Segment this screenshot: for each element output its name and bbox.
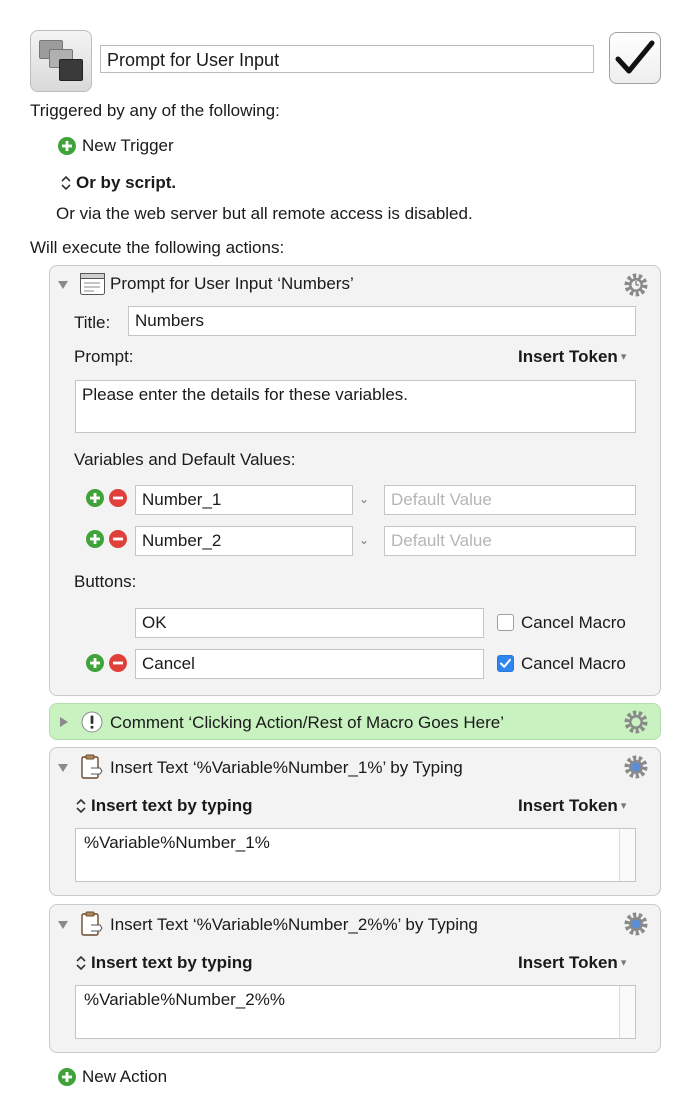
cancel-macro-label: Cancel Macro <box>521 654 626 673</box>
new-trigger-button[interactable]: New Trigger <box>58 136 174 156</box>
variable-name-field[interactable]: Number_2 <box>135 526 353 556</box>
remove-button-icon[interactable] <box>109 654 127 672</box>
disclosure-triangle-icon[interactable] <box>58 764 68 772</box>
cancel-macro-checkbox[interactable] <box>497 614 514 631</box>
clipboard-icon <box>81 754 103 779</box>
gear-icon[interactable] <box>623 754 649 780</box>
prompt-label: Prompt: <box>74 347 134 366</box>
add-variable-icon[interactable] <box>86 530 104 548</box>
add-button-icon[interactable] <box>86 654 104 672</box>
web-server-note: Or via the web server but all remote acc… <box>56 204 473 223</box>
insert-text-action[interactable]: Insert Text ‘%Variable%Number_1%’ by Typ… <box>49 747 661 896</box>
insert-text-field[interactable]: %Variable%Number_1% <box>75 828 636 882</box>
new-action-button[interactable]: New Action <box>58 1067 167 1087</box>
cancel-macro-label: Cancel Macro <box>521 613 626 632</box>
text-scrollbar[interactable] <box>619 986 635 1038</box>
new-action-label: New Action <box>82 1067 168 1086</box>
chevron-down-icon[interactable]: ⌄ <box>359 492 369 506</box>
insert-mode-popup[interactable]: Insert text by typing <box>76 795 253 817</box>
insert-text-field[interactable]: %Variable%Number_2%% <box>75 985 636 1039</box>
disclosure-triangle-icon[interactable] <box>60 717 68 727</box>
insert-text-action[interactable]: Insert Text ‘%Variable%Number_2%%’ by Ty… <box>49 904 661 1053</box>
prompt-action-title: Prompt for User Input ‘Numbers’ <box>110 274 354 293</box>
comment-action[interactable]: Comment ‘Clicking Action/Rest of Macro G… <box>49 703 661 740</box>
button-label-field[interactable]: Cancel <box>135 649 484 679</box>
gear-icon[interactable] <box>623 709 649 735</box>
variables-label: Variables and Default Values: <box>74 450 296 469</box>
remove-variable-icon[interactable] <box>109 530 127 548</box>
disclosure-triangle-icon[interactable] <box>58 281 68 289</box>
prompt-text-field[interactable]: Please enter the details for these varia… <box>75 380 636 433</box>
gear-icon[interactable] <box>623 911 649 937</box>
comment-action-title: Comment ‘Clicking Action/Rest of Macro G… <box>110 713 504 732</box>
add-icon <box>58 137 76 155</box>
updown-chevron-icon <box>76 955 86 971</box>
will-execute-label: Will execute the following actions: <box>30 238 285 257</box>
macro-name-field[interactable]: Prompt for User Input <box>100 45 594 73</box>
chevron-down-icon: ▾ <box>620 957 627 969</box>
chevron-down-icon: ▾ <box>620 351 627 363</box>
checkmark-icon <box>500 658 511 668</box>
insert-token-label: Insert Token <box>518 953 618 972</box>
cancel-macro-checkbox[interactable] <box>497 655 514 672</box>
updown-chevron-icon <box>61 175 71 191</box>
macro-enabled-checkbox[interactable] <box>609 32 661 84</box>
insert-token-menu[interactable]: Insert Token ▾ <box>518 952 626 974</box>
insert-text-action-title: Insert Text ‘%Variable%Number_2%%’ by Ty… <box>110 915 478 934</box>
macro-icon[interactable] <box>30 30 92 92</box>
default-value-field[interactable]: Default Value <box>384 526 636 556</box>
checkmark-icon <box>615 40 655 74</box>
insert-token-label: Insert Token <box>518 796 618 815</box>
or-by-script-popup[interactable]: Or by script. <box>61 172 176 194</box>
gear-icon[interactable] <box>623 272 649 298</box>
chevron-down-icon: ▾ <box>620 800 627 812</box>
new-trigger-label: New Trigger <box>82 136 174 155</box>
variable-name-field[interactable]: Number_1 <box>135 485 353 515</box>
default-value-field[interactable]: Default Value <box>384 485 636 515</box>
button-label-field[interactable]: OK <box>135 608 484 638</box>
insert-text-value: %Variable%Number_1% <box>84 833 270 852</box>
prompt-action[interactable]: Prompt for User Input ‘Numbers’ Title: N… <box>49 265 661 696</box>
or-by-script-label: Or by script. <box>76 173 177 192</box>
updown-chevron-icon <box>76 798 86 814</box>
window-icon <box>80 273 105 295</box>
triggered-label: Triggered by any of the following: <box>30 101 280 120</box>
insert-token-label: Insert Token <box>518 347 618 366</box>
insert-token-menu[interactable]: Insert Token ▾ <box>518 346 626 368</box>
disclosure-triangle-icon[interactable] <box>58 921 68 929</box>
insert-mode-label: Insert text by typing <box>91 953 253 972</box>
text-scrollbar[interactable] <box>619 829 635 881</box>
remove-variable-icon[interactable] <box>109 489 127 507</box>
insert-mode-popup[interactable]: Insert text by typing <box>76 952 253 974</box>
add-icon <box>58 1068 76 1086</box>
title-label: Title: <box>74 313 111 332</box>
insert-mode-label: Insert text by typing <box>91 796 253 815</box>
insert-token-menu[interactable]: Insert Token ▾ <box>518 795 626 817</box>
buttons-label: Buttons: <box>74 572 137 591</box>
add-variable-icon[interactable] <box>86 489 104 507</box>
title-field[interactable]: Numbers <box>128 306 636 336</box>
exclamation-icon <box>81 711 103 733</box>
insert-text-action-title: Insert Text ‘%Variable%Number_1%’ by Typ… <box>110 758 463 777</box>
chevron-down-icon[interactable]: ⌄ <box>359 533 369 547</box>
clipboard-icon <box>81 911 103 936</box>
insert-text-value: %Variable%Number_2%% <box>84 990 285 1009</box>
